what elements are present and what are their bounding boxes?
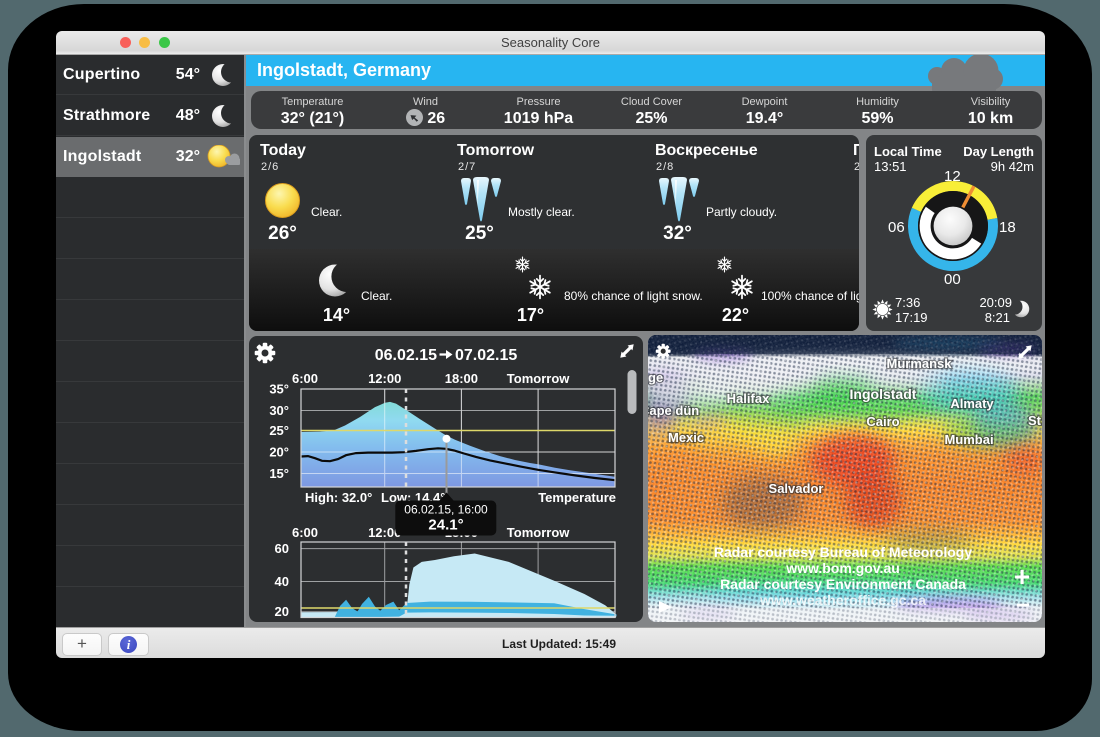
svg-text:Murmansk: Murmansk — [886, 356, 952, 371]
svg-text:Temperature: Temperature — [538, 490, 616, 505]
svg-text:Radar courtesy Bureau of Meteo: Radar courtesy Bureau of Meteorology — [714, 544, 972, 560]
svg-text:35°: 35° — [269, 382, 289, 397]
svg-text:−: − — [1016, 592, 1030, 619]
svg-text:www.bom.gov.au: www.bom.gov.au — [785, 560, 900, 576]
svg-text:07.02.15: 07.02.15 — [455, 347, 517, 364]
svg-text:Ingolstadt: Ingolstadt — [850, 386, 917, 402]
svg-text:06.02.15: 06.02.15 — [375, 347, 437, 364]
svg-text:60: 60 — [275, 541, 289, 556]
svg-text:20: 20 — [275, 604, 289, 619]
svg-text:Tomorrow: Tomorrow — [507, 525, 570, 540]
svg-text:+: + — [1014, 561, 1030, 592]
svg-text:Cape dün: Cape dün — [648, 403, 699, 418]
svg-text:www.weatheroffice.gc.ca: www.weatheroffice.gc.ca — [759, 592, 926, 608]
svg-text:25°: 25° — [269, 423, 289, 438]
svg-text:40: 40 — [275, 574, 289, 589]
svg-text:06.02.15, 16:00: 06.02.15, 16:00 — [404, 503, 488, 517]
svg-text:Radar courtesy Environment Can: Radar courtesy Environment Canada — [720, 576, 966, 592]
svg-text:Mexic: Mexic — [668, 430, 704, 445]
svg-text:15°: 15° — [269, 466, 289, 481]
svg-text:12:00: 12:00 — [368, 371, 401, 386]
svg-text:Tomorrow: Tomorrow — [507, 371, 570, 386]
svg-text:ge: ge — [648, 370, 663, 385]
svg-text:Halifax: Halifax — [727, 391, 770, 406]
svg-text:High: 32.0°: High: 32.0° — [305, 490, 372, 505]
svg-text:24.1°: 24.1° — [428, 517, 463, 534]
svg-text:18:00: 18:00 — [445, 371, 478, 386]
svg-text:Salvador: Salvador — [769, 481, 824, 496]
svg-text:Cairo: Cairo — [866, 414, 899, 429]
svg-text:Mumbai: Mumbai — [944, 432, 993, 447]
svg-text:20°: 20° — [269, 445, 289, 460]
svg-text:Almaty: Almaty — [950, 396, 994, 411]
svg-text:St: St — [1028, 413, 1042, 428]
svg-text:30°: 30° — [269, 403, 289, 418]
svg-text:6:00: 6:00 — [292, 371, 318, 386]
svg-text:6:00: 6:00 — [292, 525, 318, 540]
